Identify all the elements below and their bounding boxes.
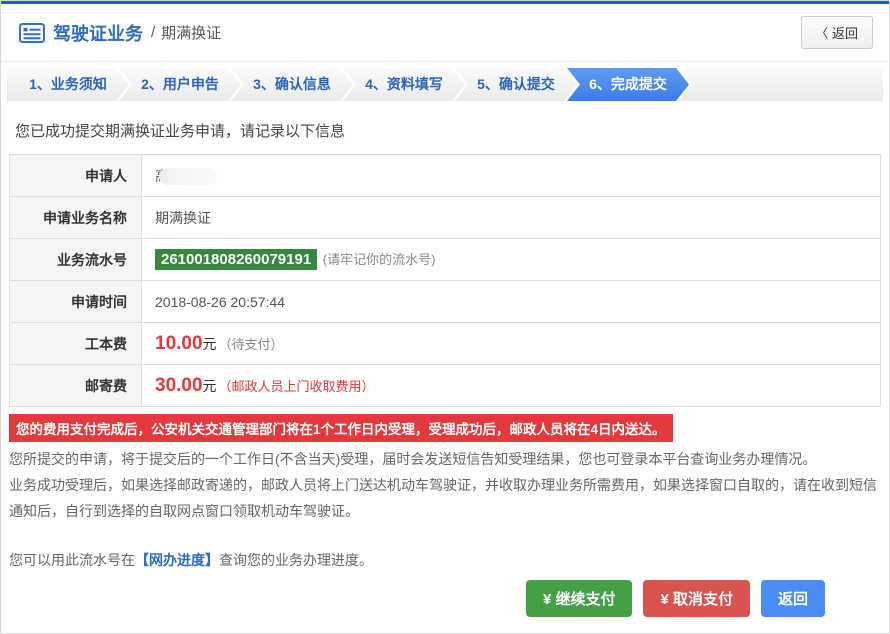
- progress-note-prefix: 您可以用此流水号在: [9, 552, 135, 568]
- table-row: 邮寄费 30.00元 （邮政人员上门收取费用）: [9, 364, 881, 407]
- info-paragraph: 业务成功受理后，如果选择邮政寄递的，邮政人员将上门送达机动车驾驶证，并收取办理业…: [9, 477, 877, 519]
- row-value: 2018-08-26 20:57:44: [141, 280, 881, 323]
- footer-actions: ¥ 继续支付 ¥ 取消支付 返回: [1, 580, 889, 633]
- chevron-left-icon: 〈: [815, 26, 828, 40]
- warning-banner: 您的费用支付完成后，公安机关交通管理部门将在1个工作日内受理，受理成功后，邮政人…: [9, 414, 673, 442]
- info-table-body: 申请人高申请业务名称期满换证业务流水号261001808260079191 (请…: [9, 154, 881, 407]
- fee-note: （邮政人员上门收取费用）: [218, 378, 375, 394]
- row-value: 10.00元 （待支付）: [141, 322, 881, 365]
- row-label: 邮寄费: [9, 364, 142, 407]
- page-header: 驾驶证业务 / 期满换证 〈 返回: [1, 4, 889, 62]
- fee-amount: 10.00: [155, 332, 203, 354]
- list-card-icon: [19, 22, 45, 43]
- fee-unit: 元: [202, 335, 217, 352]
- row-value: 高: [141, 154, 881, 197]
- table-row: 工本费 10.00元 （待支付）: [9, 322, 881, 365]
- cancel-pay-button[interactable]: ¥ 取消支付: [643, 580, 750, 617]
- info-table: 申请人高申请业务名称期满换证业务流水号261001808260079191 (请…: [9, 154, 881, 407]
- back-button-label: 返回: [831, 26, 858, 41]
- row-value: 30.00元 （邮政人员上门收取费用）: [141, 364, 881, 407]
- info-paragraph: 您所提交的申请，将于提交后的一个工作日(不含当天)受理，届时会发送短信告知受理结…: [9, 451, 817, 467]
- warning-banner-wrap: 您的费用支付完成后，公安机关交通管理部门将在1个工作日内受理，受理成功后，邮政人…: [9, 414, 881, 442]
- fee-amount: 30.00: [155, 374, 203, 396]
- page-title: 驾驶证业务: [53, 23, 143, 44]
- continue-pay-button[interactable]: ¥ 继续支付: [525, 580, 633, 617]
- row-label: 申请业务名称: [9, 196, 142, 239]
- step-4[interactable]: 4、资料填写: [343, 68, 465, 101]
- table-row: 申请时间 2018-08-26 20:57:44: [9, 280, 881, 323]
- progress-note: 您可以用此流水号在【网办进度】查询您的业务办理进度。: [9, 550, 881, 570]
- row-label: 业务流水号: [9, 238, 142, 281]
- fee-unit: 元: [202, 377, 217, 394]
- table-row: 业务流水号 261001808260079191 (请牢记你的流水号): [9, 238, 881, 281]
- steps-filler: [679, 68, 883, 101]
- value-text: 2018-08-26 20:57:44: [155, 293, 285, 310]
- row-label: 申请人: [9, 154, 142, 197]
- progress-note-suffix: 查询您的业务办理进度。: [219, 552, 373, 568]
- step-5[interactable]: 5、确认提交: [455, 68, 577, 101]
- back-button[interactable]: 〈 返回: [800, 16, 873, 49]
- table-row: 申请人高: [9, 154, 881, 197]
- row-label: 申请时间: [9, 280, 142, 323]
- step-6[interactable]: 6、完成提交: [567, 68, 689, 101]
- row-value: 261001808260079191 (请牢记你的流水号): [141, 238, 881, 281]
- breadcrumb-separator: /: [151, 24, 156, 41]
- redacted-name-blur: [159, 168, 217, 186]
- success-message: 您已成功提交期满换证业务申请，请记录以下信息: [15, 123, 346, 140]
- fee-note: （待支付）: [218, 336, 284, 352]
- step-2[interactable]: 2、用户申告: [119, 68, 241, 101]
- driver-license-service-page: 驾驶证业务 / 期满换证 〈 返回 1、业务须知 2、用户申告 3、确认信息 4、资料…: [0, 0, 890, 634]
- serial-note: (请牢记你的流水号): [319, 252, 436, 267]
- serial-badge: 261001808260079191: [155, 249, 318, 270]
- row-label: 工本费: [9, 322, 142, 365]
- step-3[interactable]: 3、确认信息: [231, 68, 353, 101]
- value-text: 期满换证: [155, 209, 211, 226]
- row-value: 期满换证: [141, 196, 881, 239]
- footer-back-button[interactable]: 返回: [760, 580, 825, 617]
- step-1[interactable]: 1、业务须知: [7, 68, 129, 101]
- progress-link: 【网办进度】: [135, 552, 219, 568]
- info-paragraphs: 您所提交的申请，将于提交后的一个工作日(不含当天)受理，届时会发送短信告知受理结…: [9, 446, 881, 524]
- breadcrumb-current: 期满换证: [161, 25, 222, 42]
- table-row: 申请业务名称 期满换证: [9, 196, 881, 239]
- steps-nav: 1、业务须知 2、用户申告 3、确认信息 4、资料填写 5、确认提交 6、完成提交: [7, 68, 883, 101]
